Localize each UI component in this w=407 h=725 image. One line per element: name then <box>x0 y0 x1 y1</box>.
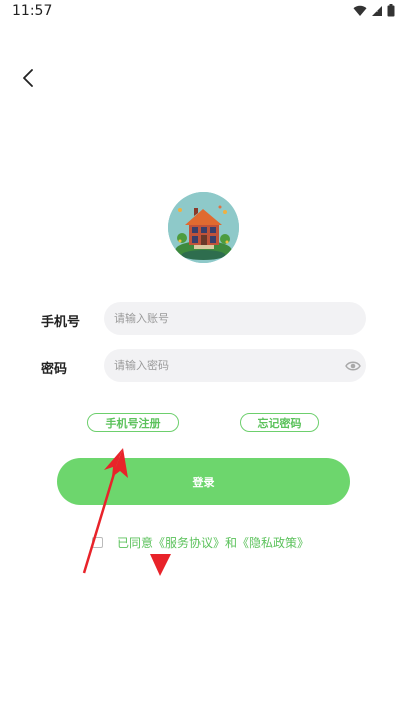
agreement-text: 已同意《服务协议》和《隐私政策》 <box>117 534 309 551</box>
agreement-prefix: 已同意 <box>117 536 154 550</box>
phone-label: 手机号 <box>41 315 81 330</box>
battery-icon <box>387 4 395 17</box>
forgot-password-link[interactable]: 忘记密码 <box>240 413 319 432</box>
house-logo-icon <box>168 192 239 263</box>
login-button[interactable]: 登录 <box>57 458 350 505</box>
register-link[interactable]: 手机号注册 <box>87 413 179 432</box>
wifi-icon <box>353 5 367 16</box>
service-agreement-link[interactable]: 《服务协议》 <box>153 536 225 550</box>
password-input[interactable] <box>104 349 366 382</box>
app-logo <box>168 192 239 263</box>
back-button[interactable] <box>14 64 42 92</box>
login-page: 11:57 ! 手机号 请输入账号 密码 手机号注册 忘记密码 登录 已同意《服… <box>0 0 407 725</box>
eye-icon[interactable] <box>345 359 361 373</box>
password-label: 密码 <box>41 362 68 377</box>
privacy-policy-link[interactable]: 《隐私政策》 <box>237 536 309 550</box>
chevron-left-icon <box>23 69 33 87</box>
svg-text:!: ! <box>376 7 378 14</box>
agreement-and: 和 <box>225 536 238 550</box>
agreement-checkbox[interactable] <box>92 537 103 548</box>
signal-icon: ! <box>372 5 382 16</box>
phone-input[interactable] <box>104 302 366 335</box>
status-time: 11:57 <box>12 3 53 19</box>
status-icons: ! <box>353 4 395 17</box>
status-bar: 11:57 ! <box>0 0 407 26</box>
arrow-down-icon <box>150 554 171 576</box>
agreement-row: 已同意《服务协议》和《隐私政策》 <box>92 534 309 551</box>
